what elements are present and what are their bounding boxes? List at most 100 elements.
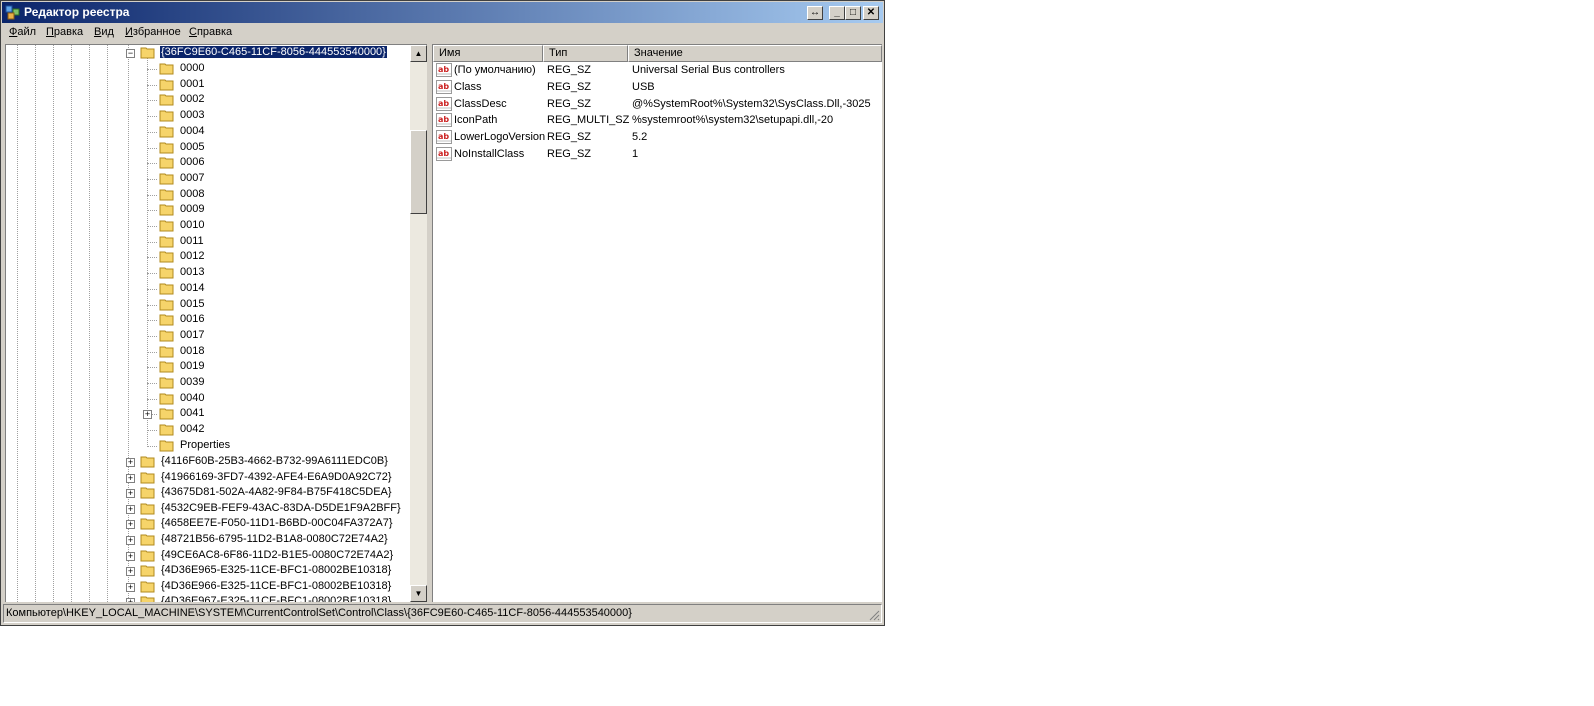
- string-value-icon: ab: [436, 130, 452, 145]
- tree-connector: [147, 320, 157, 322]
- folder-icon: [159, 204, 174, 216]
- expand-icon[interactable]: +: [126, 473, 135, 483]
- tree-connector: [147, 398, 157, 400]
- expand-icon[interactable]: +: [126, 582, 135, 592]
- folder-icon: [159, 251, 174, 263]
- value-name: Class: [454, 80, 482, 93]
- tree-connector: [147, 210, 157, 212]
- expand-icon[interactable]: +: [126, 489, 135, 499]
- menu-edit[interactable]: Правка: [46, 26, 83, 38]
- collapse-icon[interactable]: −: [126, 49, 135, 58]
- folder-icon: [140, 534, 155, 546]
- value-row[interactable]: ab (По умолчанию) REG_SZ Universal Serial B…: [433, 62, 882, 79]
- tree-guide-line: [17, 45, 18, 602]
- column-header-type[interactable]: Тип: [543, 45, 628, 62]
- folder-icon: [159, 189, 174, 201]
- svg-text:ab: ab: [438, 65, 449, 74]
- scroll-thumb[interactable]: [410, 130, 427, 214]
- folder-icon: [159, 63, 174, 75]
- value-data: @%SystemRoot%\System32\SysClass.Dll,-302…: [632, 97, 871, 110]
- restore-layout-button[interactable]: ↔: [807, 6, 823, 20]
- scroll-up-arrow-icon[interactable]: ▲: [410, 45, 427, 62]
- expand-icon[interactable]: +: [126, 551, 135, 561]
- column-header-value[interactable]: Значение: [628, 45, 882, 62]
- folder-icon: [140, 550, 155, 562]
- scroll-down-arrow-icon[interactable]: ▼: [410, 585, 427, 602]
- folder-icon: [159, 330, 174, 342]
- folder-icon: [159, 157, 174, 169]
- minimize-button[interactable]: _: [829, 6, 845, 20]
- expand-icon[interactable]: +: [126, 536, 135, 545]
- expand-icon[interactable]: +: [126, 520, 135, 530]
- svg-text:ab: ab: [438, 149, 449, 158]
- maximize-button[interactable]: □: [845, 6, 861, 20]
- folder-icon: [159, 314, 174, 326]
- pane-splitter[interactable]: [427, 44, 431, 601]
- expand-icon[interactable]: +: [143, 410, 152, 420]
- tree-connector: [147, 257, 157, 259]
- folder-icon: [159, 79, 174, 91]
- tree-connector: [147, 226, 157, 227]
- value-type: REG_SZ: [547, 97, 592, 110]
- folder-icon: [140, 503, 155, 515]
- tree-connector: [147, 273, 157, 275]
- tree-connector: [147, 100, 157, 102]
- expand-icon[interactable]: +: [126, 567, 135, 577]
- string-value-icon: ab: [436, 63, 452, 77]
- value-row[interactable]: ab LowerLogoVersion REG_SZ 5.2: [433, 129, 882, 146]
- folder-open-icon: [140, 47, 155, 59]
- folder-icon: [159, 110, 174, 122]
- value-row[interactable]: ab Class REG_SZ USB: [433, 79, 882, 96]
- menu-view[interactable]: Вид: [94, 26, 114, 38]
- expand-icon[interactable]: +: [126, 504, 135, 514]
- folder-icon: [159, 283, 174, 295]
- expand-icon[interactable]: +: [126, 458, 135, 467]
- status-bar: Компьютер\HKEY_LOCAL_MACHINE\SYSTEM\Curr…: [3, 604, 882, 623]
- value-row[interactable]: ab ClassDesc REG_SZ @%SystemRoot%\System32\…: [433, 96, 882, 113]
- value-type: REG_SZ: [547, 64, 592, 76]
- tree-connector: [147, 241, 157, 243]
- menu-file[interactable]: Файл: [9, 26, 36, 38]
- folder-icon: [140, 487, 155, 499]
- close-button[interactable]: ✕: [863, 6, 879, 20]
- svg-text:ab: ab: [438, 132, 449, 141]
- menu-bar: Файл Правка Вид Избранное Справка: [2, 24, 883, 42]
- folder-icon: [159, 361, 174, 373]
- expand-icon[interactable]: +: [126, 598, 135, 602]
- tree-guide-line: [35, 45, 36, 602]
- string-value-icon: ab: [436, 96, 452, 111]
- title-bar[interactable]: Редактор реестра ↔ _ □ ✕: [2, 2, 883, 23]
- folder-icon: [159, 393, 174, 405]
- tree-vertical-scrollbar[interactable]: ▲ ▼: [410, 45, 427, 602]
- menu-favorites[interactable]: Избранное: [125, 26, 181, 38]
- folder-icon: [140, 456, 155, 468]
- value-type: REG_SZ: [547, 80, 592, 93]
- folder-icon: [159, 94, 174, 106]
- tree-connector: [147, 147, 157, 149]
- string-value-icon: ab: [436, 79, 452, 94]
- tree-guide-line: [107, 45, 108, 602]
- window-title: Редактор реестра: [24, 5, 130, 19]
- folder-icon: [159, 377, 174, 389]
- tree-guide-line: [53, 45, 54, 602]
- folder-icon: [159, 440, 174, 452]
- registry-editor-window: Редактор реестра ↔ _ □ ✕ Файл Правка Вид…: [0, 0, 885, 626]
- svg-text:ab: ab: [438, 99, 449, 108]
- value-row[interactable]: ab NoInstallClass REG_SZ 1: [433, 146, 882, 163]
- column-header-name[interactable]: Имя: [433, 45, 543, 62]
- value-type: REG_MULTI_SZ: [547, 114, 630, 127]
- value-name: NoInstallClass: [454, 148, 525, 160]
- resize-grip-icon[interactable]: [868, 609, 880, 621]
- tree-connector: [147, 69, 157, 70]
- folder-icon: [159, 126, 174, 138]
- value-type: REG_SZ: [547, 131, 592, 144]
- folder-icon: [159, 173, 174, 185]
- menu-help[interactable]: Справка: [189, 26, 232, 38]
- folder-icon: [159, 142, 174, 153]
- value-row[interactable]: ab IconPath REG_MULTI_SZ %systemroot%\syste…: [433, 112, 882, 129]
- tree-connector: [147, 430, 157, 432]
- values-list[interactable]: Имя Тип Значение ab (По умолчанию) REG_SZ U…: [432, 44, 882, 602]
- registry-tree[interactable]: − {36FC9E60-C465-11CF-8056-444553540000}…: [5, 44, 427, 602]
- tree-connector: [147, 383, 157, 384]
- tree-guide-line: [147, 53, 148, 447]
